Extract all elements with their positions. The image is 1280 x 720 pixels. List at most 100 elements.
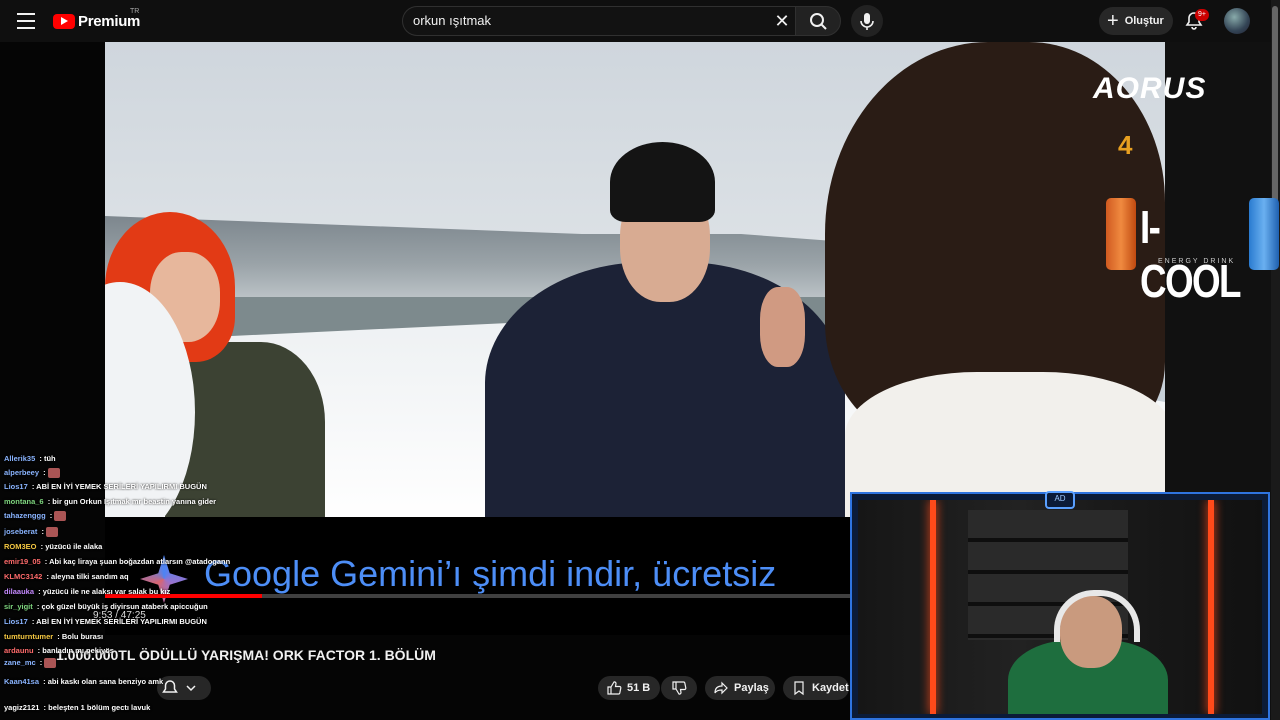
chat-message: Kaan41sa : abi kaskı olan sana benziyo a… xyxy=(4,677,163,686)
chat-text: çok güzel büyük iş diyirsun ataberk apic… xyxy=(41,602,208,611)
chat-username[interactable]: tahazenggg xyxy=(4,511,46,520)
chat-text: abi kaskı olan sana benziyo amk xyxy=(47,677,164,686)
chat-message: KLMC3142 : aleyna tilki sandım aq xyxy=(4,572,129,581)
webcam-feed xyxy=(858,500,1262,714)
drink-can-icon xyxy=(1249,198,1279,270)
chat-text: Abi kaç liraya şuan boğazdan atlarsın @a… xyxy=(49,557,231,566)
chat-separator: : xyxy=(39,527,47,536)
chat-emote-icon xyxy=(46,527,59,538)
chat-username[interactable]: montana_6 xyxy=(4,497,44,506)
chat-text: tüh xyxy=(43,454,56,463)
sponsor-drink-logo: I-COOL xyxy=(1140,201,1242,307)
chat-text: bir gun Orkun Işıtmak mr beastin yanına … xyxy=(52,497,217,506)
chat-username[interactable]: sir_yigit xyxy=(4,602,33,611)
chat-username[interactable]: Lios17 xyxy=(4,482,28,491)
notification-badge: 9+ xyxy=(1195,9,1209,21)
sponsor-drink-subtitle: ENERGY DRINK xyxy=(1158,258,1236,265)
chat-separator: : xyxy=(36,587,43,596)
chat-text: yüzücü ile ne alaksı var salak bu kız xyxy=(42,587,171,596)
top-bar: Premium TR ✕ + Oluştur 9+ xyxy=(0,0,1280,42)
like-button[interactable]: 51 B xyxy=(598,676,660,700)
mic-icon xyxy=(860,13,874,30)
chat-separator: : xyxy=(37,658,45,667)
chat-emote-icon xyxy=(47,468,60,479)
streamer-logo-icon: AD xyxy=(1045,491,1075,509)
chat-text: yüzücü ile alaka xyxy=(45,542,103,551)
chat-separator: : xyxy=(41,677,48,686)
youtube-logo-icon xyxy=(53,13,75,29)
youtube-premium-logo[interactable]: Premium TR xyxy=(53,8,141,31)
chat-message: zane_mc : xyxy=(4,658,57,669)
like-icon xyxy=(607,681,622,695)
webcam-led-strip xyxy=(1208,500,1214,714)
plus-icon: + xyxy=(1107,10,1119,32)
sponsor-logo: AORUS xyxy=(1093,72,1207,105)
close-icon[interactable]: ✕ xyxy=(772,11,792,31)
chat-message: Lios17 : ABİ EN İYİ YEMEK SERİLERİ YAPIL… xyxy=(4,482,207,491)
sponsor-mark-icon: 4 xyxy=(1118,130,1133,160)
voice-search-button[interactable] xyxy=(851,5,883,37)
chat-message: sir_yigit : çok güzel büyük iş diyirsun … xyxy=(4,602,208,611)
chat-username[interactable]: ardaunu xyxy=(4,646,34,655)
save-button[interactable]: Kaydet xyxy=(783,676,849,700)
chat-message: tahazenggg : xyxy=(4,511,67,522)
chat-message: tumturntumer : Bolu burası xyxy=(4,632,103,641)
chat-message: Lios17 : ABİ EN İYİ YEMEK SERİLERİ YAPIL… xyxy=(4,617,207,626)
chat-username[interactable]: ROM3EO xyxy=(4,542,37,551)
chat-username[interactable]: tumturntumer xyxy=(4,632,53,641)
drink-can-icon xyxy=(1106,198,1136,270)
chat-message: alperbeey : xyxy=(4,468,60,479)
like-count: 51 B xyxy=(627,682,651,694)
chat-separator: : xyxy=(37,454,44,463)
chat-separator: : xyxy=(47,511,55,520)
chat-message: joseberat : xyxy=(4,527,59,538)
save-icon xyxy=(794,681,804,696)
chat-username[interactable]: zane_mc xyxy=(4,658,36,667)
chat-separator: : xyxy=(41,468,48,477)
chat-username[interactable]: dilaauka xyxy=(4,587,34,596)
chat-text: ABİ EN İYİ YEMEK SERİLERİ YAPILIRMI BUGÜ… xyxy=(36,617,207,626)
chat-separator: : xyxy=(55,632,62,641)
chat-username[interactable]: Kaan41sa xyxy=(4,677,39,686)
chat-text: ABİ EN İYİ YEMEK SERİLERİ YAPILIRMI BUGÜ… xyxy=(36,482,207,491)
chat-username[interactable]: Allerik35 xyxy=(4,454,35,463)
chat-emote-icon xyxy=(54,511,67,522)
dislike-icon xyxy=(672,681,687,695)
chat-username[interactable]: Lios17 xyxy=(4,617,28,626)
chat-message: Allerik35 : tüh xyxy=(4,454,56,463)
menu-icon[interactable] xyxy=(17,13,35,29)
chat-username[interactable]: alperbeey xyxy=(4,468,39,477)
search-icon xyxy=(810,13,827,30)
chat-emote-icon xyxy=(44,658,57,669)
brand-label: Premium xyxy=(78,12,141,30)
chat-text: banladın mı pekiyöş xyxy=(42,646,114,655)
stream-chat-overlay: Allerik35 : tüh alperbeey : Lios17 : ABİ … xyxy=(0,452,315,720)
share-button[interactable]: Paylaş xyxy=(705,676,775,700)
chat-username[interactable]: KLMC3142 xyxy=(4,572,42,581)
save-label: Kaydet xyxy=(812,682,849,694)
avatar[interactable] xyxy=(1224,8,1250,34)
region-label: TR xyxy=(130,8,140,15)
chat-text: aleyna tilki sandım aq xyxy=(51,572,129,581)
search-box[interactable]: ✕ xyxy=(402,6,796,36)
video-frame[interactable] xyxy=(105,42,1165,517)
chat-message: ROM3EO : yüzücü ile alaka xyxy=(4,542,102,551)
chat-username[interactable]: joseberat xyxy=(4,527,37,536)
chat-username[interactable]: yagiz2121 xyxy=(4,703,39,712)
search-input[interactable] xyxy=(413,13,753,28)
chat-message: ardaunu : banladın mı pekiyöş xyxy=(4,646,114,655)
chat-message: emir19_05 : Abi kaç liraya şuan boğazdan… xyxy=(4,557,230,566)
search-button[interactable] xyxy=(795,6,841,36)
webcam-led-strip xyxy=(930,500,936,714)
chat-message: montana_6 : bir gun Orkun Işıtmak mr bea… xyxy=(4,497,216,506)
chat-message: yagiz2121 : beleşten 1 bölüm gectı lavuk xyxy=(4,703,150,712)
dislike-button[interactable] xyxy=(661,676,697,700)
video-man-hand xyxy=(760,287,805,367)
chat-text: beleşten 1 bölüm gectı lavuk xyxy=(48,703,151,712)
chat-text: Bolu burası xyxy=(61,632,104,641)
create-button[interactable]: + Oluştur xyxy=(1099,7,1173,35)
chat-username[interactable]: emir19_05 xyxy=(4,557,41,566)
video-man-beanie xyxy=(610,142,715,222)
chat-message: dilaauka : yüzücü ile ne alaksı var sala… xyxy=(4,587,170,596)
share-label: Paylaş xyxy=(734,682,769,694)
